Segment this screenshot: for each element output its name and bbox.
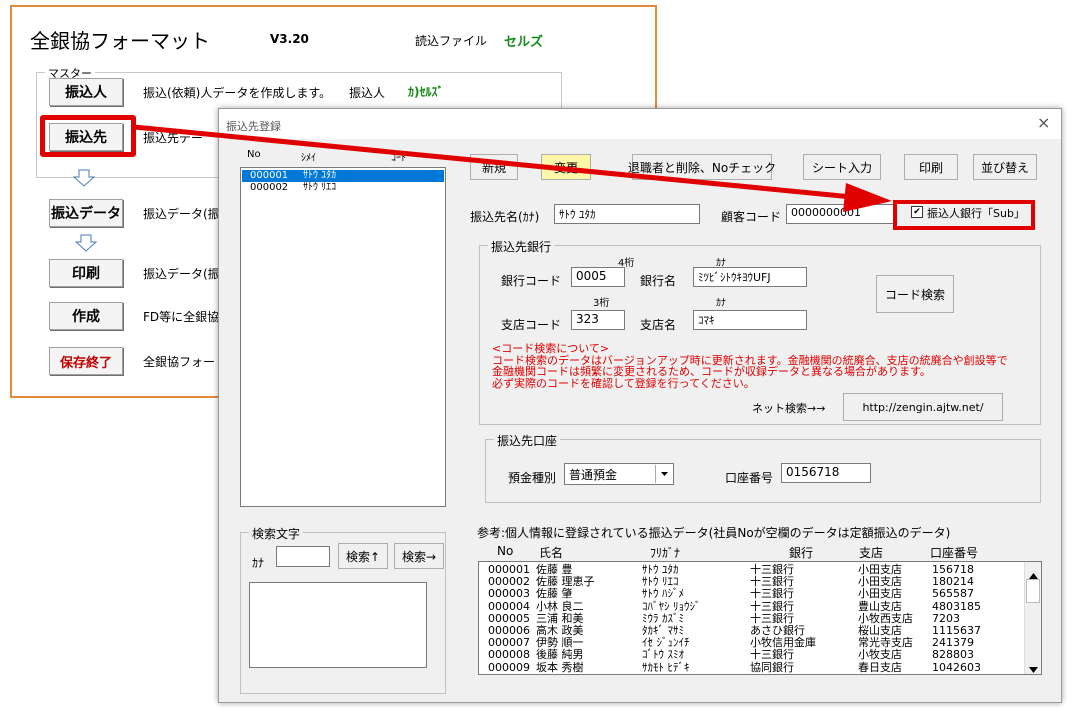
annotation-arrow-icon <box>133 124 892 212</box>
